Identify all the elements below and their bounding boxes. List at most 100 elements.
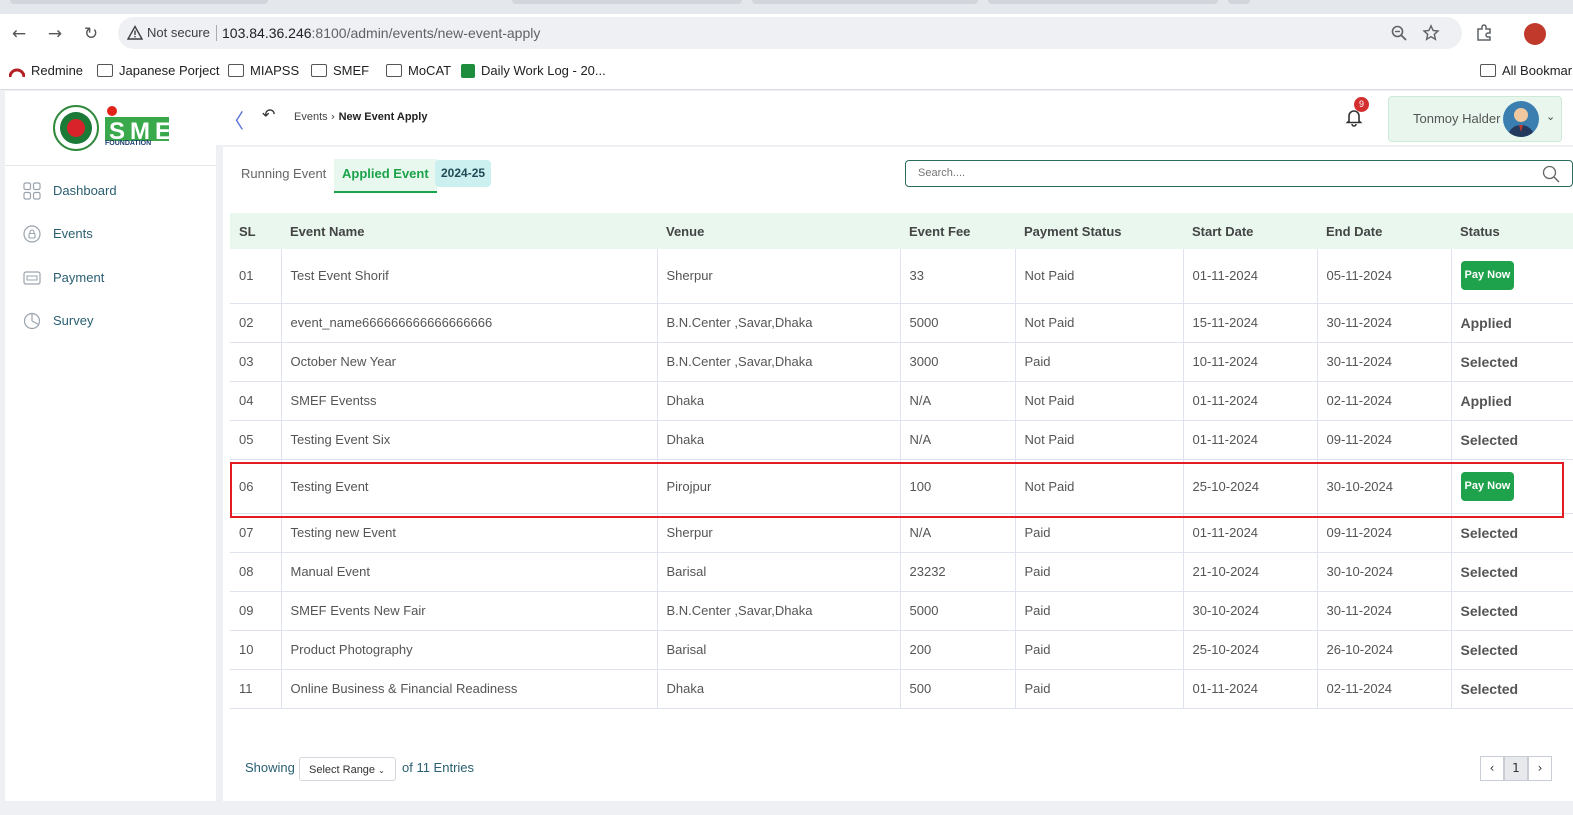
table-row: 10 Product Photography Barisal 200 Paid … [230,630,1573,670]
chevron-down-icon[interactable]: ⌄ [1546,110,1555,123]
bookmark-smef[interactable]: SMEF [311,62,369,80]
cell-payment-status: Paid [1015,342,1184,382]
cell-event-name: Test Event Shorif [281,249,658,304]
pay-now-button[interactable]: Pay Now [1460,261,1515,291]
table-row: 11 Online Business & Financial Readiness… [230,669,1573,709]
browser-tab[interactable] [10,0,268,4]
breadcrumb-events[interactable]: Events [294,111,328,123]
bookmark-mocat[interactable]: MoCAT [386,62,451,80]
zoom-icon[interactable] [1390,24,1408,42]
column-header: Event Name [290,223,365,239]
cell-start-date: 25-10-2024 [1183,459,1318,514]
browser-tab[interactable] [512,0,742,4]
cell-end-date: 02-11-2024 [1317,381,1452,421]
cell-fee: 100 [900,459,1016,514]
star-icon[interactable] [1422,24,1440,42]
cell-payment-status: Not Paid [1015,303,1184,343]
cell-fee: 5000 [900,591,1016,631]
year-filter-badge[interactable]: 2024-25 [435,160,492,187]
bookmark-miapss[interactable]: MIAPSS [228,62,299,80]
cell-event-name: October New Year [281,342,658,382]
cell-payment-status: Paid [1015,552,1184,592]
search-icon[interactable] [1542,165,1560,183]
cell-status: Selected [1451,342,1573,382]
redmine-icon [9,68,25,77]
tab-running-event[interactable]: Running Event [233,159,334,193]
cell-start-date: 01-11-2024 [1183,513,1318,553]
cell-end-date: 09-11-2024 [1317,513,1452,553]
cell-payment-status: Not Paid [1015,459,1184,514]
sidebar-item-label: Payment [53,270,105,285]
cell-end-date: 30-11-2024 [1317,591,1452,631]
cell-venue: Barisal [657,630,901,670]
reload-icon[interactable]: ↻ [80,23,102,45]
cell-payment-status: Not Paid [1015,420,1184,460]
cell-fee: N/A [900,381,1016,421]
bookmark-japanese-porject[interactable]: Japanese Porject [97,62,219,80]
browser-profile-avatar[interactable] [1524,23,1546,45]
bookmark-all-bookmarks[interactable]: All Bookmar [1480,62,1572,80]
forward-arrow-icon[interactable]: → [44,23,66,45]
cell-venue: Dhaka [657,420,901,460]
cell-status: Selected [1451,513,1573,553]
cell-fee: 500 [900,669,1016,709]
range-select[interactable]: Select Range ⌄ [299,757,396,781]
main-content: Running Event Applied Event 2024-25 SL E… [223,147,1573,801]
search-input[interactable] [916,166,1520,180]
tab-applied-event[interactable]: Applied Event [334,159,437,193]
bookmark-redmine[interactable]: Redmine [9,62,83,80]
url-host: 103.84.36.246 [222,25,312,41]
breadcrumb: Events › New Event Apply [294,110,427,123]
extensions-icon[interactable] [1474,23,1494,43]
browser-tab[interactable] [1228,0,1250,4]
table-row: 07 Testing new Event Sherpur N/A Paid 01… [230,513,1573,553]
browser-tab[interactable] [752,0,978,4]
address-bar[interactable]: Not secure 103.84.36.246:8100/admin/even… [118,17,1462,49]
cell-sl: 01 [230,249,282,304]
prev-page-icon[interactable]: ‹ [1480,756,1504,781]
cell-event-name: Testing Event [281,459,658,514]
logo-subtext: FOUNDATION [105,140,152,147]
cell-sl: 11 [230,669,282,709]
cell-payment-status: Paid [1015,630,1184,670]
cell-start-date: 01-11-2024 [1183,381,1318,421]
column-header: Status [1460,223,1500,239]
pay-now-button[interactable]: Pay Now [1460,471,1515,501]
card-icon [23,271,41,285]
spreadsheet-icon [461,63,475,78]
table-header-row: SL Event Name Venue Event Fee Payment St… [230,213,1573,249]
cell-sl: 04 [230,381,282,421]
collapse-sidebar-icon[interactable]: 〈 [224,105,244,134]
cell-event-name: Product Photography [281,630,658,670]
bookmark-daily-work-log[interactable]: Daily Work Log - 20... [461,62,606,80]
cell-venue: B.N.Center ,Savar,Dhaka [657,303,901,343]
table-row-highlighted: 06 Testing Event Pirojpur 100 Not Paid 2… [230,459,1573,514]
cell-start-date: 25-10-2024 [1183,630,1318,670]
browser-tab[interactable] [988,0,1218,4]
search-box [905,160,1573,187]
cell-status: Selected [1451,630,1573,670]
cell-sl: 05 [230,420,282,460]
table-footer: Showing Select Range ⌄ of 11 Entries ‹ 1… [230,740,1573,797]
bookmark-label: SMEF [333,63,370,78]
cell-payment-status: Paid [1015,591,1184,631]
chevron-down-icon: ⌄ [378,766,385,775]
cell-fee: N/A [900,513,1016,553]
table-row: 03 October New Year B.N.Center ,Savar,Dh… [230,342,1573,382]
cell-sl: 06 [230,459,282,514]
cell-start-date: 01-11-2024 [1183,420,1318,460]
browser-tab-strip [0,0,1573,14]
back-arrow-icon[interactable]: ← [8,23,30,45]
warning-icon[interactable] [127,25,143,41]
cell-status: Selected [1451,420,1573,460]
next-page-icon[interactable]: › [1528,756,1552,781]
not-secure-label[interactable]: Not secure [147,25,210,40]
url-text[interactable]: 103.84.36.246:8100/admin/events/new-even… [222,25,540,41]
undo-back-icon[interactable]: ↶ [262,105,275,124]
lock-icon [23,225,41,243]
user-menu[interactable]: Tonmoy Halder ⌄ [1388,96,1562,142]
page-number-button[interactable]: 1 [1504,756,1528,781]
cell-payment-status: Paid [1015,669,1184,709]
column-header: Venue [666,223,705,239]
cell-end-date: 30-10-2024 [1317,552,1452,592]
